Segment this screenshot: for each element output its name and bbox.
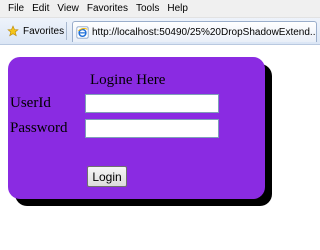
favorites-button[interactable]: Favorites <box>3 22 68 40</box>
favorites-label: Favorites <box>23 25 65 37</box>
menu-file[interactable]: File <box>0 0 28 17</box>
menu-tools[interactable]: Tools <box>132 0 163 17</box>
star-icon <box>7 25 19 37</box>
menu-view[interactable]: View <box>53 0 83 17</box>
tab-url: http://localhost:50490/25%20DropShadowEx… <box>92 26 316 38</box>
browser-tab[interactable]: http://localhost:50490/25%20DropShadowEx… <box>72 21 317 42</box>
toolbar-divider <box>66 22 67 40</box>
menu-help[interactable]: Help <box>163 0 192 17</box>
menu-bar: File Edit View Favorites Tools Help <box>0 0 320 18</box>
favorites-bar: Favorites http://localhost:50490/25%20Dr… <box>0 18 320 45</box>
menu-favorites[interactable]: Favorites <box>83 0 132 17</box>
userid-label: UserId <box>10 95 51 111</box>
userid-input[interactable] <box>85 94 219 113</box>
password-input[interactable] <box>85 119 219 138</box>
ie-page-icon <box>76 25 89 39</box>
password-label: Password <box>10 120 68 136</box>
menu-edit[interactable]: Edit <box>28 0 53 17</box>
login-title: Logine Here <box>90 72 166 88</box>
login-button[interactable]: Login <box>87 166 127 187</box>
